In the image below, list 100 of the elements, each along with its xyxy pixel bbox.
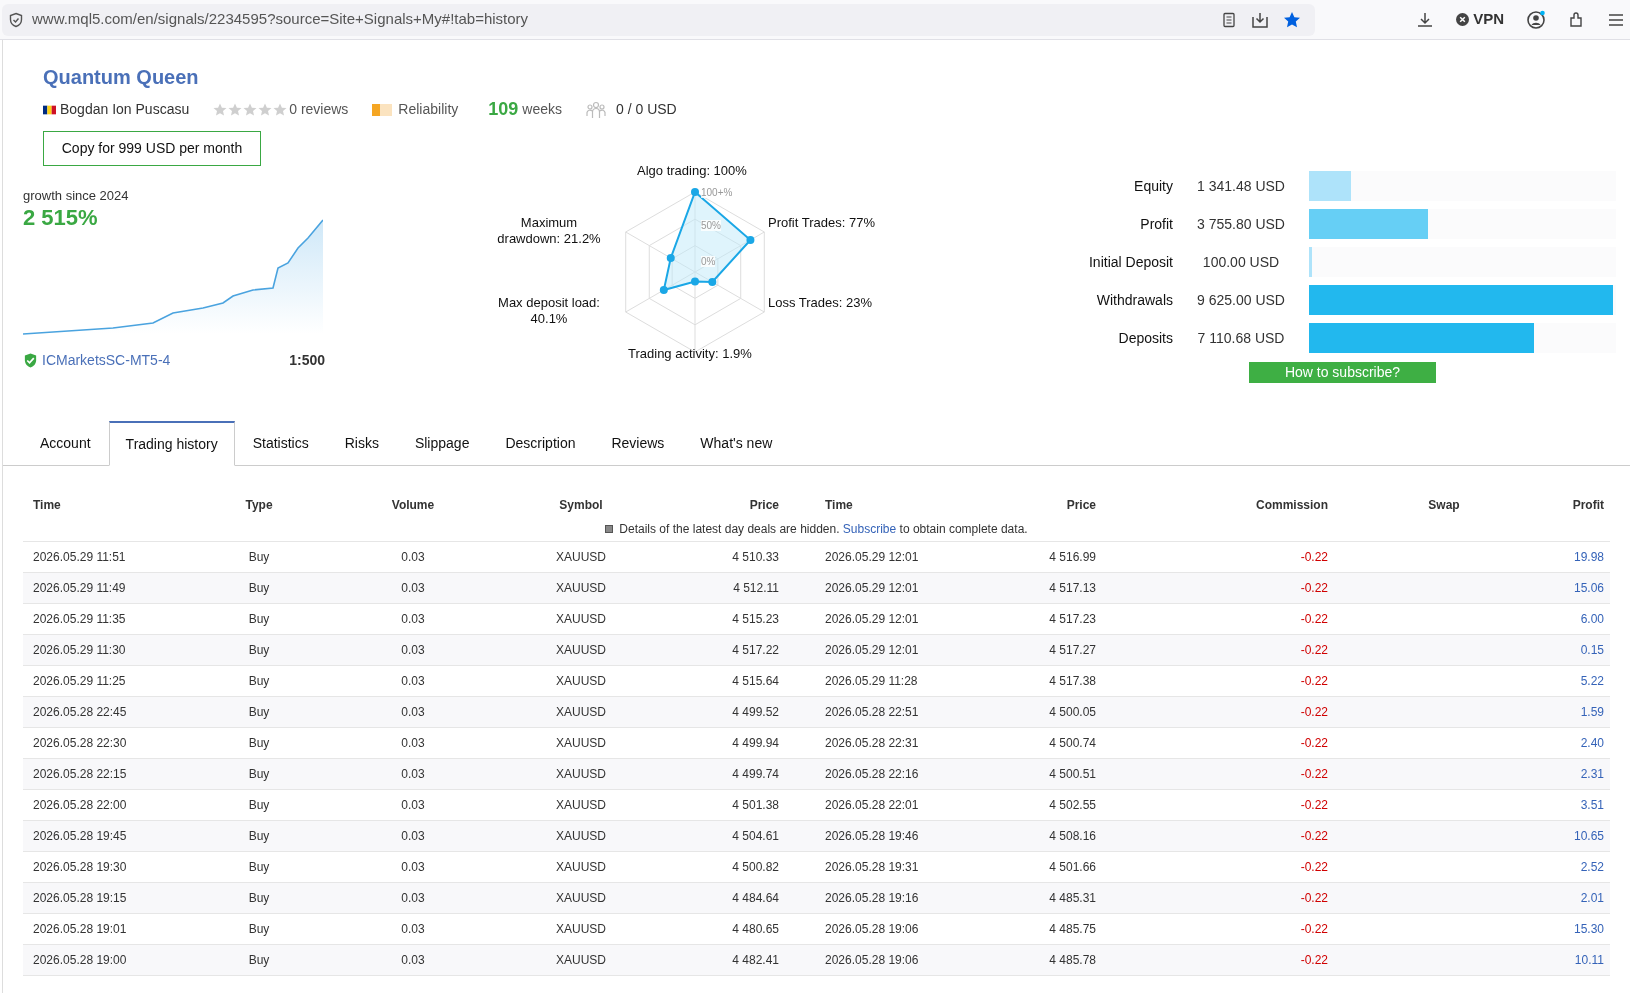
hidden-data-notice: Details of the latest day deals are hidden. Subscribe to obtain complete data. xyxy=(619,520,1028,538)
account-icon[interactable] xyxy=(1526,9,1546,30)
table-cell-text: 19.98 xyxy=(1572,549,1605,566)
table-cell-text: 15.06 xyxy=(1572,580,1605,597)
column-header: Type xyxy=(244,497,274,514)
table-cell-text: 0.03 xyxy=(400,735,426,752)
shield-icon[interactable] xyxy=(8,11,24,28)
table-cell-text: 4 512.11 xyxy=(732,580,780,597)
table-cell-text: 2026.05.28 19:00 xyxy=(32,952,128,969)
reader-view-icon[interactable] xyxy=(1221,11,1237,28)
table-cell-text: 4 500.82 xyxy=(731,859,780,876)
growth-label: growth since 2024 xyxy=(23,187,130,205)
table-cell-text: XAUUSD xyxy=(555,766,607,783)
table-cell-text: -0.22 xyxy=(1299,642,1329,659)
table-cell-text: 4 500.51 xyxy=(1048,766,1097,783)
reviews-count[interactable]: 0 reviews xyxy=(289,99,349,120)
weeks-label: weeks xyxy=(522,100,562,119)
vpn-label[interactable]: VPN xyxy=(1473,8,1504,31)
table-cell-text: 4 500.74 xyxy=(1048,735,1097,752)
table-cell-text: 0.03 xyxy=(400,673,426,690)
tab[interactable]: Statistics xyxy=(234,421,327,465)
subscribers-icon xyxy=(586,100,606,119)
menu-icon[interactable] xyxy=(1608,11,1624,28)
table-cell-text: 0.03 xyxy=(400,642,426,659)
table-cell-text: 4 500.05 xyxy=(1048,704,1097,721)
flag-icon xyxy=(43,104,56,115)
radar-axis-label: Max deposit load: 40.1% xyxy=(497,295,601,327)
table-cell-text: 2026.05.28 19:30 xyxy=(32,859,128,876)
table-cell-text: 0.15 xyxy=(1579,642,1605,659)
stat-value: 100.00 USD xyxy=(1201,252,1281,272)
subscribers-amount: 0 / 0 USD xyxy=(616,100,677,119)
table-cell-text: 2026.05.29 12:01 xyxy=(824,580,920,597)
table-cell-text: 6.00 xyxy=(1579,611,1605,628)
radar-point xyxy=(659,286,668,294)
table-cell-text: 2026.05.28 22:00 xyxy=(32,797,128,814)
table-cell-text: -0.22 xyxy=(1299,735,1329,752)
table-cell-text: 4 485.31 xyxy=(1048,890,1097,907)
table-cell-text: -0.22 xyxy=(1299,952,1329,969)
table-cell-text: 2.01 xyxy=(1579,890,1605,907)
table-cell-text: Buy xyxy=(247,797,271,814)
table-cell-text: Buy xyxy=(247,735,271,752)
signal-title[interactable]: Quantum Queen xyxy=(43,65,677,89)
column-header: Price xyxy=(1065,497,1097,514)
tab[interactable]: Account xyxy=(22,421,109,465)
table-cell-text: XAUUSD xyxy=(555,549,607,566)
column-header: Swap xyxy=(1427,497,1461,514)
download-icon[interactable] xyxy=(1416,10,1435,29)
table-cell-text: 2026.05.29 11:28 xyxy=(824,673,919,690)
bookmark-star-icon[interactable] xyxy=(1283,10,1301,29)
star-icon xyxy=(273,102,288,117)
table-cell-text: 2026.05.29 11:51 xyxy=(32,549,127,566)
table-cell-text: 0.03 xyxy=(400,921,426,938)
table-cell-text: 0.03 xyxy=(400,611,426,628)
column-header: Profit xyxy=(1571,497,1605,514)
verified-check-icon xyxy=(23,352,38,368)
tab[interactable]: Description xyxy=(487,421,594,465)
tab[interactable]: What's new xyxy=(682,421,791,465)
stat-label: Equity xyxy=(1133,176,1173,196)
stat-value: 9 625.00 USD xyxy=(1196,290,1286,310)
table-cell-text: 4 482.41 xyxy=(731,952,780,969)
table-cell-text: 4 485.75 xyxy=(1048,921,1097,938)
table-cell-text: 2.52 xyxy=(1579,859,1605,876)
table-cell-text: 10.11 xyxy=(1573,952,1605,969)
table-cell-text: XAUUSD xyxy=(555,890,607,907)
radar-axis-label: Maximum drawdown: 21.2% xyxy=(496,215,602,247)
table-cell-text: 4 484.64 xyxy=(731,890,780,907)
radar-axis-label: Trading activity: 1.9% xyxy=(628,346,752,362)
table-cell-text: 2026.05.28 19:45 xyxy=(32,828,128,845)
growth-value: 2 515% xyxy=(23,205,99,230)
table-cell-text: 4 515.23 xyxy=(731,611,780,628)
vpn-off-icon[interactable] xyxy=(1456,13,1470,26)
tab[interactable]: Risks xyxy=(326,421,397,465)
table-cell-text: Buy xyxy=(247,952,271,969)
table-cell-text: 3.51 xyxy=(1579,797,1605,814)
table-cell-text: 2026.05.28 19:16 xyxy=(824,890,920,907)
tab[interactable]: Slippage xyxy=(396,421,488,465)
table-cell-text: 4 504.61 xyxy=(731,828,780,845)
table-cell-text: 2026.05.28 22:31 xyxy=(824,735,920,752)
table-cell-text: 0.03 xyxy=(400,797,426,814)
tab[interactable]: Trading history xyxy=(108,421,235,466)
tab[interactable]: Reviews xyxy=(593,421,683,465)
table-cell-text: 5.22 xyxy=(1579,673,1605,690)
table-cell-text: 4 499.94 xyxy=(731,735,780,752)
table-cell-text: -0.22 xyxy=(1299,828,1329,845)
subscribe-link[interactable]: Subscribe xyxy=(842,521,897,536)
author-name[interactable]: Bogdan Ion Puscasu xyxy=(60,99,190,120)
table-cell-text: 4 501.38 xyxy=(731,797,780,814)
table-cell-text: -0.22 xyxy=(1299,611,1329,628)
table-cell-text: 4 517.27 xyxy=(1048,642,1097,659)
radar-point xyxy=(691,277,699,286)
column-header: Time xyxy=(824,497,854,514)
table-cell-text: -0.22 xyxy=(1299,859,1329,876)
table-cell-text: 2026.05.29 12:01 xyxy=(824,611,920,628)
table-cell-text: XAUUSD xyxy=(555,828,607,845)
server-link[interactable]: ICMarketsSC-MT5-4 xyxy=(42,349,171,371)
stat-value: 7 110.68 USD xyxy=(1196,328,1286,348)
table-cell-text: 4 499.52 xyxy=(731,704,780,721)
copy-subscription-button[interactable]: Copy for 999 USD per month xyxy=(43,131,261,166)
table-cell-text: 15.30 xyxy=(1572,921,1605,938)
save-page-icon[interactable] xyxy=(1251,10,1269,29)
